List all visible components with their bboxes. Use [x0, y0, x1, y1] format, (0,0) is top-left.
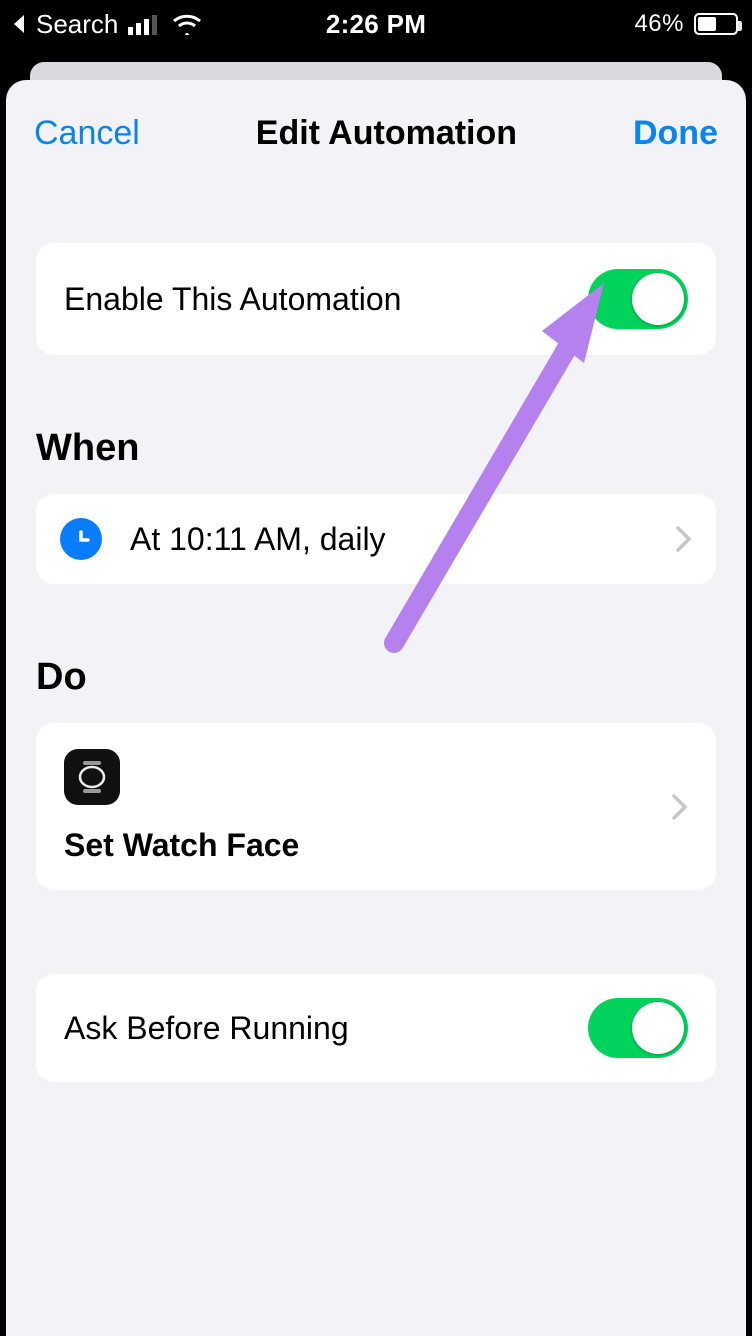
watch-app-icon [64, 749, 120, 805]
signal-bars-icon [128, 13, 162, 35]
ask-before-running-row: Ask Before Running [36, 974, 716, 1082]
battery-icon [694, 13, 738, 35]
chevron-right-icon [676, 526, 692, 552]
enable-automation-toggle[interactable] [588, 269, 688, 329]
status-bar: Search 2:26 PM 46% [0, 0, 752, 48]
back-caret-icon[interactable] [10, 13, 26, 35]
battery-percent: 46% [634, 10, 684, 38]
do-action-label: Set Watch Face [64, 827, 644, 864]
ask-before-running-toggle[interactable] [588, 998, 688, 1058]
enable-automation-row: Enable This Automation [36, 243, 716, 355]
ask-before-running-label: Ask Before Running [64, 1010, 349, 1047]
section-title-do: Do [36, 656, 716, 699]
when-trigger-row[interactable]: At 10:11 AM, daily [36, 494, 716, 584]
sheet-behind [30, 62, 722, 80]
wifi-icon [172, 13, 202, 35]
enable-automation-label: Enable This Automation [64, 281, 401, 318]
modal-sheet: Cancel Edit Automation Done Enable This … [6, 80, 746, 1336]
done-button[interactable]: Done [633, 114, 718, 153]
nav-bar: Cancel Edit Automation Done [6, 80, 746, 177]
do-actions-row[interactable]: Set Watch Face [36, 723, 716, 890]
back-app-label[interactable]: Search [36, 9, 118, 40]
section-title-when: When [36, 427, 716, 470]
clock-icon [60, 518, 102, 560]
page-title: Edit Automation [256, 114, 517, 153]
clock: 2:26 PM [326, 9, 426, 40]
chevron-right-icon [672, 794, 688, 820]
when-trigger-label: At 10:11 AM, daily [130, 521, 648, 558]
cancel-button[interactable]: Cancel [34, 114, 140, 153]
